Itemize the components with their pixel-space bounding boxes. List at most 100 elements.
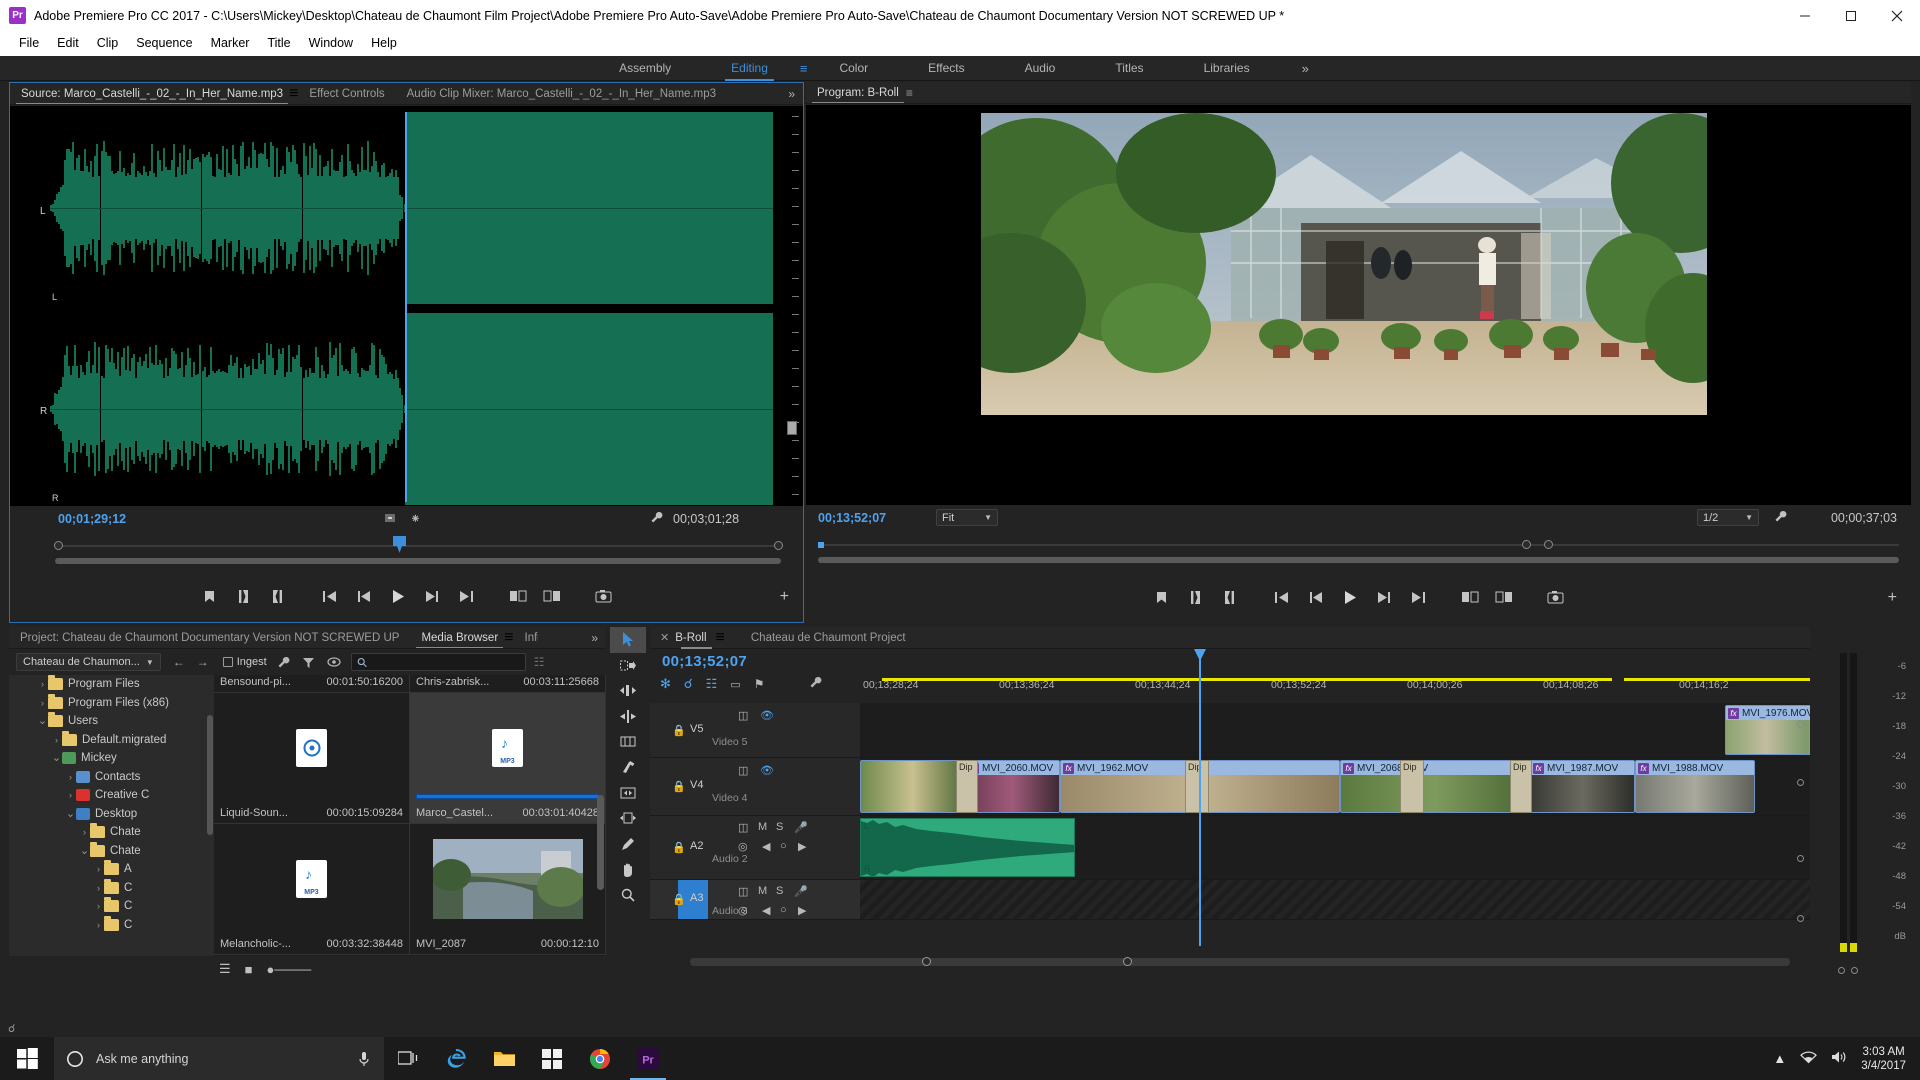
go-to-out-button[interactable]	[1401, 582, 1435, 612]
menu-file[interactable]: File	[10, 31, 48, 56]
workspace-tab-editing[interactable]: Editing	[701, 56, 798, 81]
project-bin-dropdown[interactable]: Chateau de Chaumon... ▼	[16, 653, 161, 671]
ripple-edit-tool[interactable]	[610, 678, 646, 704]
step-back-button[interactable]	[347, 581, 381, 611]
menu-sequence[interactable]: Sequence	[127, 31, 201, 56]
track-header-a2[interactable]: 🔒 A2 Audio 2 ◫ M S 🎤 ◎ ◀ ○ ▶	[650, 816, 860, 880]
project-tab-2[interactable]: Info	[514, 627, 538, 648]
marker-button[interactable]	[1145, 582, 1179, 612]
tree-item-contacts[interactable]: › Contacts	[9, 768, 214, 787]
razor-tool[interactable]	[610, 755, 646, 781]
taskbar-clock[interactable]: 3:03 AM 3/4/2017	[1855, 1045, 1920, 1073]
workspace-tab-effects[interactable]: Effects	[898, 56, 994, 81]
program-scrub-in-dot[interactable]	[1522, 540, 1531, 549]
linked-selection-icon[interactable]: ☷	[706, 676, 718, 692]
program-wrench-icon[interactable]	[1774, 510, 1787, 526]
marker-button[interactable]	[193, 581, 227, 611]
tab-program-b-roll[interactable]: Program: B-Roll	[806, 82, 910, 103]
file-explorer-icon[interactable]	[480, 1037, 528, 1080]
program-zoom-bar[interactable]	[806, 552, 1911, 568]
workspace-tab-titles[interactable]: Titles	[1085, 56, 1173, 81]
edge-icon[interactable]	[432, 1037, 480, 1080]
marker-flag-icon[interactable]: ⚑	[754, 677, 765, 691]
media-thumbnail[interactable]: ♪ Melancholic-... 00:03:32:38448	[214, 824, 410, 955]
play-button[interactable]	[1333, 582, 1367, 612]
cortana-search[interactable]: Ask me anything	[54, 1037, 384, 1080]
nav-forward-icon[interactable]: →	[197, 655, 209, 669]
timeline-wrench-icon[interactable]	[809, 676, 822, 692]
media-thumbnail[interactable]: Bensound-pi... 00:01:50:16200	[214, 675, 410, 693]
chevron-right-icon[interactable]: ›	[79, 827, 90, 837]
track-content-v4[interactable]: fxMVI_2060.MOVfxMVI_1962.MOVfxMVI_2068.M…	[860, 758, 1810, 816]
track-solo-icon[interactable]: S	[776, 885, 783, 897]
tree-item-c[interactable]: › C	[9, 897, 214, 916]
timeline-scroll-right-handle[interactable]	[1123, 957, 1132, 966]
chevron-right-icon[interactable]: ›	[65, 772, 76, 782]
microphone-icon[interactable]	[358, 1051, 370, 1067]
timeline-clip[interactable]: fx MVI_1988.MOV	[1635, 760, 1755, 813]
timeline-clip[interactable]: fx MVI_1987.MOV	[1530, 760, 1635, 813]
workspace-menu-icon[interactable]: ≡	[800, 61, 808, 76]
program-current-time[interactable]: 00;13;52;07	[818, 511, 886, 525]
source-scrub-start-dot[interactable]	[54, 541, 63, 550]
close-icon[interactable]	[1874, 0, 1920, 31]
tree-item-a[interactable]: › A	[9, 860, 214, 879]
grid-scrollbar[interactable]	[597, 795, 604, 890]
timeline-transition[interactable]: Dip	[956, 760, 978, 813]
insert-button[interactable]	[501, 581, 535, 611]
media-thumbnail[interactable]: Liquid-Soun... 00:00:15:09284	[214, 693, 410, 824]
pan-right-arrow[interactable]: ▶	[798, 904, 806, 917]
track-eye-icon[interactable]: 👁	[760, 709, 774, 722]
source-button-editor-icon[interactable]: +	[780, 588, 789, 606]
program-scrub-out-dot[interactable]	[1544, 540, 1553, 549]
media-thumbnail[interactable]: MVI_2087 00:00:12:10	[410, 824, 606, 955]
slide-tool[interactable]	[610, 806, 646, 832]
chevron-right-icon[interactable]: ›	[65, 790, 76, 800]
tree-item-chate[interactable]: › Chate	[9, 823, 214, 842]
track-pan-knob[interactable]: ◎	[738, 904, 748, 917]
program-zoom-handle[interactable]	[818, 557, 1899, 563]
program-button-editor-icon[interactable]: +	[1888, 589, 1897, 607]
track-header-a3[interactable]: 🔒 A3 Audio 3 ◫ M S 🎤 ◎ ◀ ○ ▶	[650, 880, 860, 920]
pan-left-arrow[interactable]: ◀	[762, 840, 770, 853]
ingest-checkbox[interactable]	[222, 657, 233, 667]
lift-button[interactable]	[1453, 582, 1487, 612]
timeline-clip[interactable]	[860, 760, 965, 813]
timeline-work-area-bar[interactable]	[860, 677, 1810, 682]
export-frame-button[interactable]	[587, 581, 621, 611]
media-thumbnail[interactable]: ♪Chris-zabrisk...00:03:11:25668	[410, 675, 606, 693]
list-view-icon[interactable]: ☰	[219, 961, 231, 977]
source-settings-icon[interactable]: ⁕	[410, 511, 421, 527]
source-duration[interactable]: 00;03;01;28	[673, 512, 739, 526]
source-zoom-handle[interactable]	[55, 558, 781, 564]
track-pan-knob[interactable]: ◎	[738, 840, 748, 853]
pan-center-dot[interactable]: ○	[780, 904, 787, 916]
chevron-right-icon[interactable]: ›	[93, 901, 104, 911]
timeline-playhead[interactable]	[1199, 649, 1201, 946]
menu-clip[interactable]: Clip	[88, 31, 128, 56]
tree-item-c[interactable]: › C	[9, 878, 214, 898]
icon-view-icon[interactable]: ■	[245, 962, 253, 977]
chevron-right-icon[interactable]: ›	[51, 735, 62, 745]
network-icon[interactable]	[1793, 1050, 1824, 1067]
go-to-in-button[interactable]	[313, 581, 347, 611]
program-resolution-dropdown[interactable]: 1/2 ▼	[1697, 509, 1759, 526]
chevron-down-icon[interactable]: ⌄	[79, 845, 90, 856]
mark-in-button[interactable]	[1179, 582, 1213, 612]
tree-item-creative-c[interactable]: › Creative C	[9, 786, 214, 805]
chevron-down-icon[interactable]: ⌄	[65, 808, 76, 819]
track-lock-icon[interactable]: 🔒	[672, 893, 686, 906]
source-wrench-icon[interactable]	[650, 511, 663, 527]
track-content-v5[interactable]: fx MVI_1976.MOV	[860, 703, 1810, 758]
nest-toggle-icon[interactable]: ✻	[660, 676, 671, 692]
step-forward-button[interactable]	[1367, 582, 1401, 612]
chevron-right-icon[interactable]: ›	[93, 920, 104, 930]
program-duration[interactable]: 00;00;37;03	[1831, 511, 1897, 525]
timeline-scroll-left-handle[interactable]	[922, 957, 931, 966]
menu-marker[interactable]: Marker	[202, 31, 259, 56]
tree-scrollbar[interactable]	[207, 715, 213, 835]
chevron-up-icon[interactable]: ▲	[1766, 1051, 1793, 1066]
track-mute-icon[interactable]: M	[758, 885, 767, 897]
track-content-a2[interactable]: LR	[860, 816, 1810, 880]
export-frame-button[interactable]	[1539, 582, 1573, 612]
